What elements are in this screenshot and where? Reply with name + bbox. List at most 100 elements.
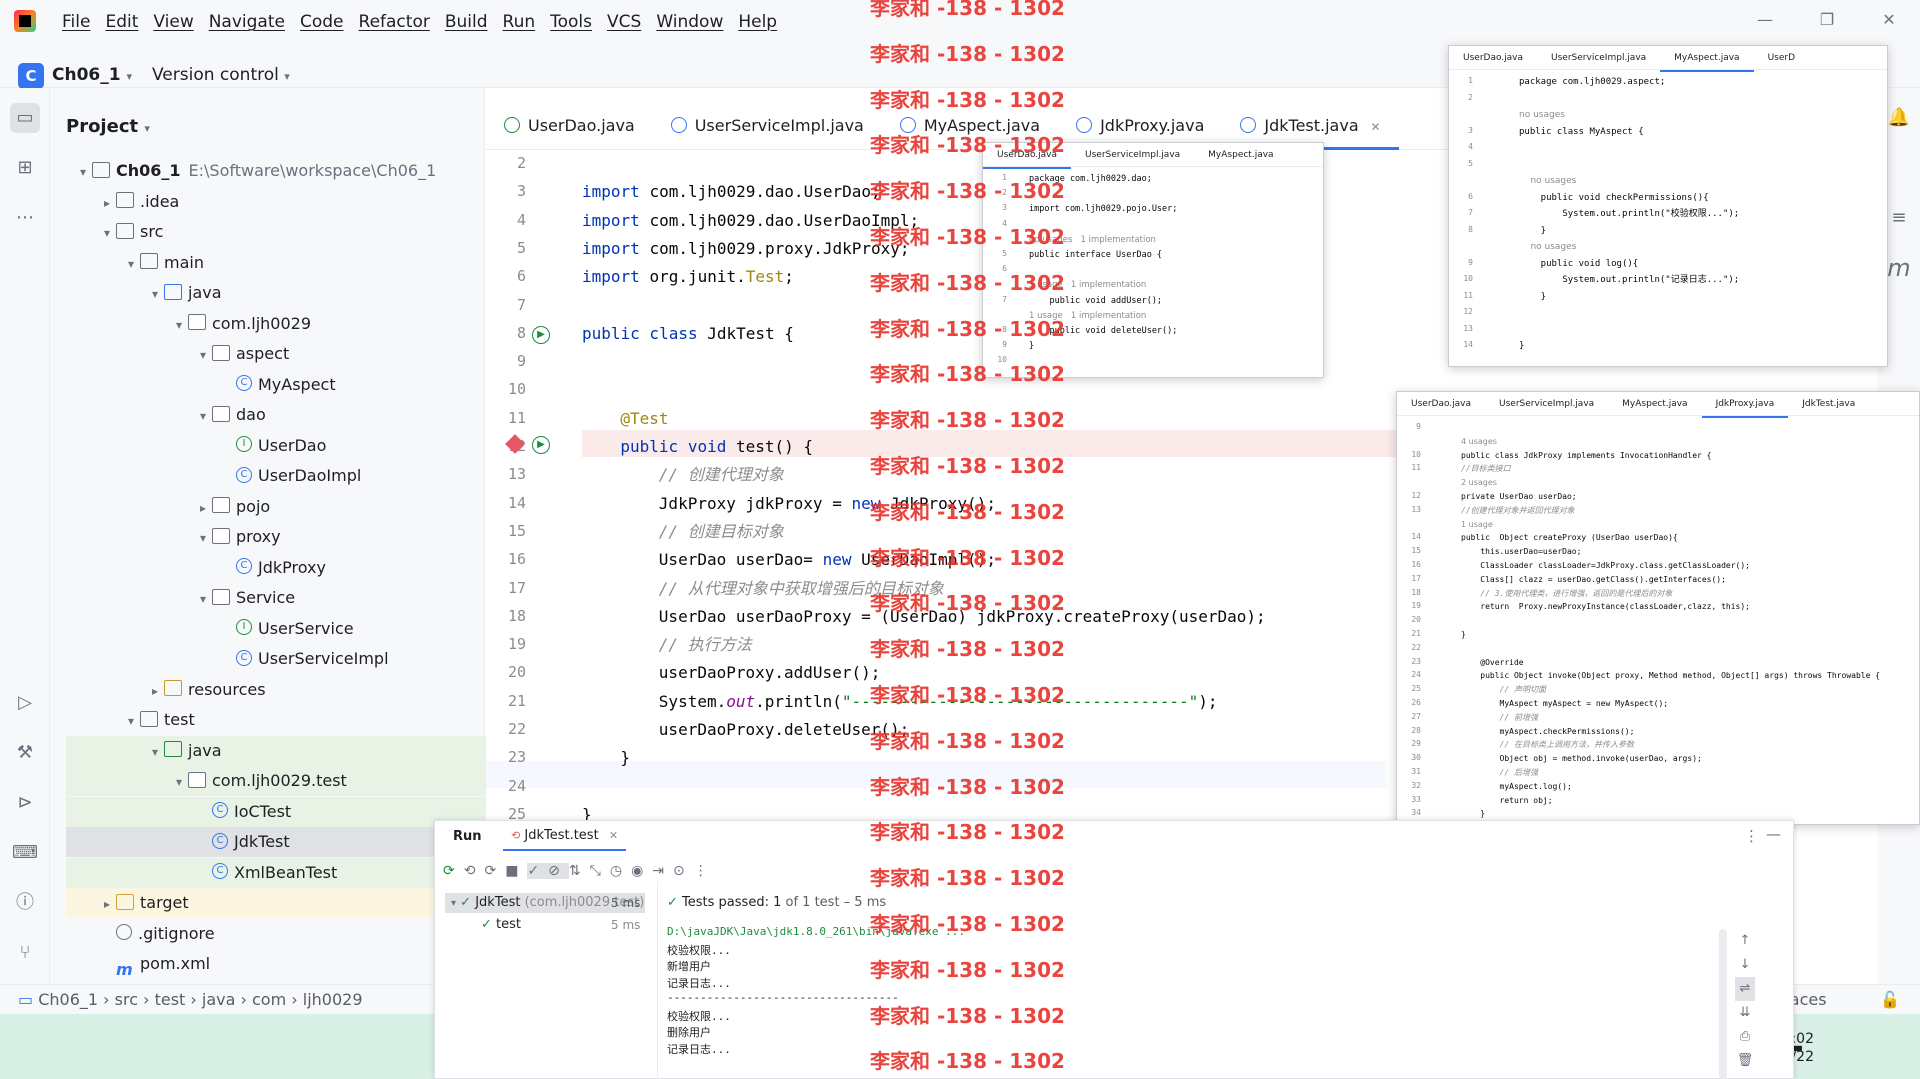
- project-panel-header[interactable]: Project ▾: [66, 116, 150, 137]
- maven-icon[interactable]: m: [1884, 253, 1914, 283]
- tree-node[interactable]: C UserDaoImpl: [66, 461, 486, 491]
- menu-item[interactable]: View: [153, 12, 193, 32]
- project-tool-icon[interactable]: ▭: [10, 103, 40, 133]
- tree-node[interactable]: I UserDao: [66, 431, 486, 461]
- tree-node[interactable]: ▾ com.ljh0029.test: [66, 766, 486, 796]
- project-badge[interactable]: C: [18, 63, 44, 89]
- more-options-icon[interactable]: ⋮: [1744, 827, 1759, 845]
- tree-node[interactable]: C UserServiceImpl: [66, 644, 486, 674]
- chevron-down-icon[interactable]: ▾: [146, 737, 164, 767]
- run-gutter-icon[interactable]: ▶: [532, 326, 550, 344]
- console-scrollbar[interactable]: [1719, 929, 1727, 1079]
- terminal-tool-icon[interactable]: ⌨: [10, 838, 40, 868]
- breadcrumb-item[interactable]: com: [252, 990, 286, 1009]
- screenshot-icon[interactable]: ◉: [631, 863, 652, 879]
- print-icon[interactable]: ⎙: [1735, 1025, 1755, 1049]
- menu-item[interactable]: Navigate: [209, 12, 285, 32]
- run-config-tab[interactable]: ⟲ JdkTest.test ✕: [503, 825, 627, 851]
- more-tools-icon[interactable]: ⋯: [10, 203, 40, 233]
- chevron-down-icon[interactable]: ▾: [146, 279, 164, 309]
- chevron-right-icon[interactable]: ▸: [194, 493, 212, 523]
- tree-node[interactable]: ▸ resources: [66, 675, 486, 705]
- more-icon[interactable]: ⋮: [694, 863, 717, 879]
- show-ignored-icon[interactable]: ⊘: [548, 863, 569, 879]
- tree-node[interactable]: ▾ com.ljh0029: [66, 309, 486, 339]
- tree-node[interactable]: I UserService: [66, 614, 486, 644]
- services-tool-icon[interactable]: ⊳: [10, 788, 40, 818]
- toggle-auto-test-icon[interactable]: ⟳: [484, 863, 505, 879]
- scroll-down-icon[interactable]: ↓: [1735, 953, 1755, 977]
- vcs-widget[interactable]: Version control ▾: [152, 65, 290, 85]
- menu-item[interactable]: Refactor: [359, 12, 430, 32]
- run-tab[interactable]: Run: [453, 829, 482, 844]
- chevron-down-icon[interactable]: ▾: [194, 340, 212, 370]
- menu-item[interactable]: File: [62, 12, 90, 32]
- run-tool-icon[interactable]: ▷: [10, 688, 40, 718]
- maximize-icon[interactable]: ❐: [1796, 0, 1858, 40]
- tree-node[interactable]: C MyAspect: [66, 370, 486, 400]
- stop-icon[interactable]: ■: [505, 863, 527, 879]
- build-tool-icon[interactable]: ⚒: [10, 738, 40, 768]
- tree-node[interactable]: m pom.xml: [66, 949, 486, 979]
- tree-node[interactable]: ▾ java: [66, 278, 486, 308]
- history-icon[interactable]: ◷: [610, 863, 631, 879]
- breadcrumb-item[interactable]: Ch06_1: [38, 990, 98, 1009]
- database-icon[interactable]: ≡: [1884, 203, 1914, 233]
- chevron-down-icon[interactable]: ▾: [194, 523, 212, 553]
- breadcrumb-item[interactable]: ljh0029: [303, 990, 363, 1009]
- scroll-up-icon[interactable]: ↑: [1735, 929, 1755, 953]
- minimize-icon[interactable]: —: [1734, 0, 1796, 40]
- editor-tab[interactable]: UserDao.java: [486, 108, 653, 150]
- notifications-icon[interactable]: 🔔: [1884, 103, 1914, 133]
- chevron-right-icon[interactable]: ▸: [98, 889, 116, 919]
- problems-tool-icon[interactable]: ⓘ: [10, 888, 40, 918]
- menu-item[interactable]: VCS: [607, 12, 641, 32]
- tree-node[interactable]: ▾ java: [66, 735, 486, 767]
- tree-node[interactable]: .gitignore: [66, 919, 486, 949]
- chevron-down-icon[interactable]: ▾: [170, 310, 188, 340]
- structure-tool-icon[interactable]: ⊞: [10, 153, 40, 183]
- run-gutter-icon[interactable]: ▶: [532, 436, 550, 454]
- project-switcher[interactable]: Ch06_1 ▾: [52, 65, 132, 85]
- tree-node[interactable]: C JdkProxy: [66, 553, 486, 583]
- close-tab-icon[interactable]: ✕: [609, 829, 618, 842]
- trash-icon[interactable]: 🗑: [1735, 1049, 1755, 1073]
- chevron-down-icon[interactable]: ▾: [170, 767, 188, 797]
- sort-icon[interactable]: ⇅: [569, 863, 590, 879]
- tree-node[interactable]: ▾ dao: [66, 400, 486, 430]
- collapse-icon[interactable]: ⤡: [590, 863, 610, 879]
- splitter[interactable]: [657, 881, 658, 1079]
- menu-item[interactable]: Tools: [550, 12, 592, 32]
- close-icon[interactable]: ✕: [1858, 0, 1920, 40]
- git-tool-icon[interactable]: ⑂: [10, 938, 40, 968]
- menu-item[interactable]: Window: [656, 12, 723, 32]
- menu-item[interactable]: Run: [503, 12, 536, 32]
- close-tab-icon[interactable]: ✕: [1367, 120, 1380, 134]
- breadcrumb-item[interactable]: src: [115, 990, 138, 1009]
- tree-node[interactable]: ▾ src: [66, 217, 486, 247]
- tree-node[interactable]: C XmlBeanTest: [66, 857, 486, 888]
- chevron-down-icon[interactable]: ▾: [122, 249, 140, 279]
- intellij-logo-icon[interactable]: [14, 10, 36, 32]
- chevron-right-icon[interactable]: ▸: [146, 676, 164, 706]
- rerun-icon[interactable]: ⟳: [443, 863, 464, 879]
- coverage-icon[interactable]: ⊙: [673, 863, 694, 879]
- menu-item[interactable]: Edit: [105, 12, 138, 32]
- chevron-down-icon[interactable]: ▾: [98, 218, 116, 248]
- test-method-row[interactable]: ✓ test: [481, 917, 521, 932]
- tree-node[interactable]: ▾ main: [66, 248, 486, 278]
- tree-node[interactable]: ▾ Service: [66, 583, 486, 613]
- menu-item[interactable]: Build: [445, 12, 488, 32]
- chevron-right-icon[interactable]: ▸: [98, 188, 116, 218]
- export-icon[interactable]: ⇥: [652, 863, 673, 879]
- chevron-down-icon[interactable]: ▾: [194, 584, 212, 614]
- chevron-down-icon[interactable]: ▾: [194, 401, 212, 431]
- editor-tab[interactable]: UserServiceImpl.java: [653, 108, 882, 150]
- rerun-failed-icon[interactable]: ⟲: [464, 863, 485, 879]
- scroll-to-end-icon[interactable]: ⇊: [1735, 1001, 1755, 1025]
- breadcrumb-item[interactable]: java: [202, 990, 236, 1009]
- chevron-down-icon[interactable]: ▾: [74, 157, 92, 187]
- menu-item[interactable]: Help: [738, 12, 777, 32]
- lock-icon[interactable]: 🔓: [1880, 990, 1900, 1009]
- tree-node[interactable]: C JdkTest: [66, 827, 486, 857]
